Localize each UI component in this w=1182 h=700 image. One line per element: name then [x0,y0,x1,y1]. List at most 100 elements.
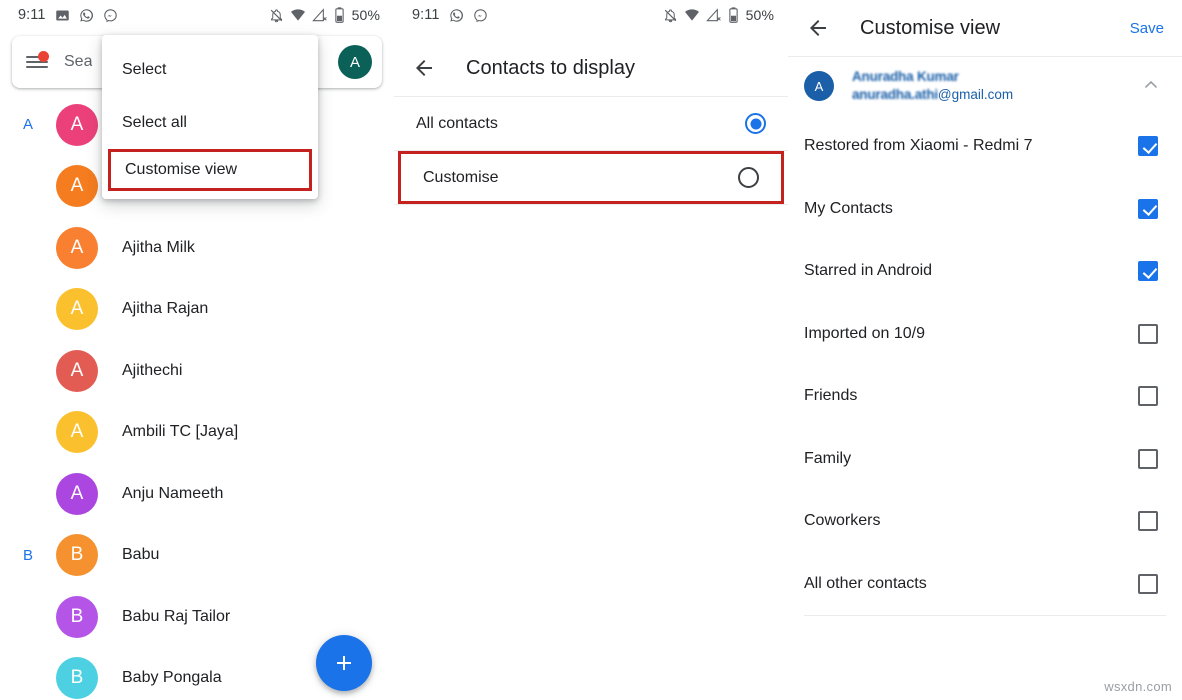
contact-avatar: A [56,350,98,392]
menu-item-label: Select all [122,114,187,132]
back-arrow-icon[interactable] [410,54,438,82]
messenger-icon [473,8,488,23]
group-label: Imported on 10/9 [804,325,1138,343]
battery-icon [334,7,345,23]
menu-item-customise-view[interactable]: Customise view [108,149,312,191]
contact-name: Babu [122,546,159,564]
chevron-up-icon[interactable] [1140,73,1162,100]
contact-row[interactable]: BB Babu [0,525,394,587]
menu-item-label: Select [122,61,166,79]
overflow-menu: Select Select all Customise view [102,35,318,199]
contact-name: Ajitha Rajan [122,300,208,318]
group-row[interactable]: All other contacts [788,553,1182,616]
panel-contacts-list: 9:11 [0,0,394,700]
whatsapp-icon [79,8,94,23]
wifi-icon [290,7,306,23]
contact-name: Ambili TC [Jaya] [122,423,238,441]
account-email: anuradha.athi@gmail.com [852,86,1013,104]
contact-row[interactable]: A Ajitha Rajan [0,279,394,341]
plus-icon [332,651,356,675]
contact-avatar: A [56,288,98,330]
group-label: My Contacts [804,200,1138,218]
contact-avatar: A [56,411,98,453]
back-arrow-icon[interactable] [804,14,832,42]
checkbox-unchecked[interactable] [1138,449,1158,469]
checkbox-unchecked[interactable] [1138,511,1158,531]
divider-bottom [394,204,788,205]
group-row[interactable]: Starred in Android [788,240,1182,303]
contact-avatar: A [56,104,98,146]
photo-icon [55,8,70,23]
signal-no-service-icon [312,7,328,23]
group-label: Family [804,450,1138,468]
radio-button[interactable] [738,167,759,188]
contact-avatar: B [56,596,98,638]
contact-name: Anju Nameeth [122,485,223,503]
contact-name: Babu Raj Tailor [122,608,230,626]
create-contact-fab[interactable] [316,635,372,691]
group-row[interactable]: Coworkers [788,490,1182,553]
display-option-customise[interactable]: Customise [398,151,784,204]
messenger-icon [103,8,118,23]
contact-row[interactable]: A Ambili TC [Jaya] [0,402,394,464]
whatsapp-icon [449,8,464,23]
checkbox-unchecked[interactable] [1138,324,1158,344]
contact-row[interactable]: AAjitha Milk [0,217,394,279]
checkbox-checked[interactable] [1138,136,1158,156]
page-title: Contacts to display [466,57,635,80]
checkbox-checked[interactable] [1138,199,1158,219]
menu-badge-dot [38,51,49,62]
notifications-off-icon [269,8,284,23]
contact-row[interactable]: A Anju Nameeth [0,463,394,525]
battery-icon [728,7,739,23]
page-title: Customise view [860,17,1000,40]
contact-avatar: B [56,534,98,576]
contact-row[interactable]: AAjithechi [0,340,394,402]
group-row[interactable]: Imported on 10/9 [788,303,1182,366]
contact-name: Ajitha Milk [122,239,195,257]
radio-button-selected[interactable] [745,113,766,134]
status-clock: 9:11 [18,7,46,23]
notifications-off-icon [663,8,678,23]
menu-item-select-all[interactable]: Select all [102,96,318,149]
group-row[interactable]: Restored from Xiaomi - Redmi 7 [788,115,1182,178]
app-bar-customise-view: Customise view Save [788,0,1182,56]
display-option-label: All contacts [416,115,745,133]
contact-name: Baby Pongala [122,669,222,687]
menu-item-select[interactable]: Select [102,43,318,96]
save-button[interactable]: Save [1130,20,1166,37]
section-letter: A [0,116,56,133]
account-email-domain: @gmail.com [938,87,1013,102]
hamburger-menu-icon[interactable] [26,54,48,70]
checkbox-unchecked[interactable] [1138,386,1158,406]
checkbox-unchecked[interactable] [1138,574,1158,594]
battery-percent: 50% [352,7,380,23]
contact-avatar: A [56,165,98,207]
account-row[interactable]: A Anuradha Kumar anuradha.athi@gmail.com [788,57,1182,115]
display-option-all-contacts[interactable]: All contacts [394,97,788,150]
group-label: Restored from Xiaomi - Redmi 7 [804,137,1138,155]
wifi-icon [684,7,700,23]
group-row[interactable]: My Contacts [788,178,1182,241]
group-label: Coworkers [804,512,1138,530]
account-name: Anuradha Kumar [852,68,1013,86]
section-letter: B [0,547,56,564]
display-option-label: Customise [423,169,738,187]
group-label: All other contacts [804,575,1138,593]
account-text: Anuradha Kumar anuradha.athi@gmail.com [852,68,1013,104]
checkbox-checked[interactable] [1138,261,1158,281]
group-row[interactable]: Friends [788,365,1182,428]
search-input[interactable]: Sea [64,53,92,71]
panel-customise-view: Customise view Save A Anuradha Kumar anu… [788,0,1182,700]
account-avatar[interactable]: A [338,45,372,79]
battery-percent-2: 50% [746,7,774,23]
panel-contacts-to-display: 9:11 [394,0,788,700]
account-email-user: anuradha.athi [852,87,938,102]
account-avatar: A [804,71,834,101]
contact-avatar: A [56,473,98,515]
status-clock-2: 9:11 [412,7,440,23]
group-checkbox-list: Restored from Xiaomi - Redmi 7 My Contact… [788,115,1182,615]
three-panel-screenshot: 9:11 [0,0,1182,700]
group-row[interactable]: Family [788,428,1182,491]
watermark: wsxdn.com [1104,679,1172,694]
